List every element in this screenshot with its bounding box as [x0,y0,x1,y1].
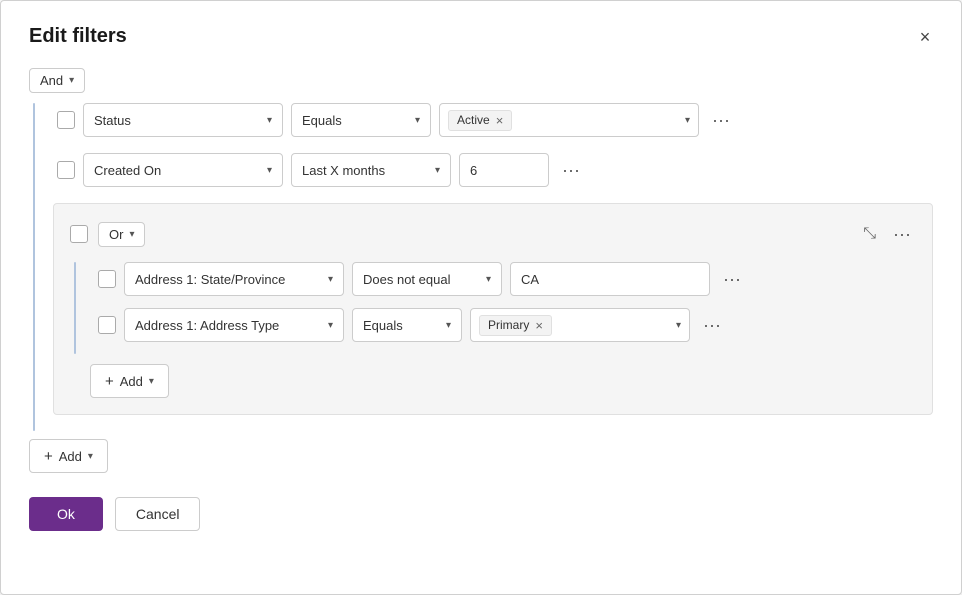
status-field-select[interactable]: Status ▾ [83,103,283,137]
createdon-operator-label: Last X months [302,163,385,178]
or-filter-section: Address 1: State/Province ▾ Does not equ… [70,262,916,354]
address-state-operator-select[interactable]: Does not equal ▾ [352,262,502,296]
bottom-add-chevron-icon: ▾ [88,451,93,462]
bottom-add-row: + Add ▾ [29,439,933,473]
left-connector-bar [33,103,35,431]
address-type-field-select[interactable]: Address 1: Address Type ▾ [124,308,344,342]
createdon-field-chevron: ▾ [267,165,272,176]
bottom-add-plus-icon: + [44,448,53,465]
address-type-more-button[interactable]: ··· [698,311,726,339]
createdon-operator-chevron: ▾ [435,165,440,176]
address-state-field-label: Address 1: State/Province [135,272,285,287]
address-state-more-button[interactable]: ··· [718,265,746,293]
address-type-value-field[interactable]: Primary × ▾ [470,308,690,342]
createdon-operator-select[interactable]: Last X months ▾ [291,153,451,187]
address-type-operator-chevron: ▾ [446,320,451,331]
createdon-value-field: 6 [459,153,549,187]
address-state-filter-row: Address 1: State/Province ▾ Does not equ… [90,262,916,296]
status-tag-close-icon[interactable]: × [496,113,504,128]
or-dropdown[interactable]: Or ▾ [98,222,145,247]
address-type-tag-label: Primary [488,318,529,332]
close-button[interactable]: × [909,21,941,53]
status-row-more-button[interactable]: ··· [707,106,735,134]
main-rows: Status ▾ Equals ▾ Active × ▾ ··· [49,103,933,431]
or-label: Or [109,227,123,242]
bottom-add-button[interactable]: + Add ▾ [29,439,108,473]
and-chevron-icon: ▾ [69,75,74,86]
or-group-actions: ⤡ ··· [859,220,916,248]
address-type-field-label: Address 1: Address Type [135,318,279,333]
main-filter-section: Status ▾ Equals ▾ Active × ▾ ··· [29,103,933,431]
address-state-field-chevron: ▾ [328,274,333,285]
status-active-tag: Active × [448,110,512,131]
status-field-chevron: ▾ [267,115,272,126]
or-add-button[interactable]: + Add ▾ [90,364,169,398]
or-add-label: Add [120,374,143,389]
address-state-value-label: CA [521,272,539,287]
or-add-row: + Add ▾ [90,364,916,398]
address-state-operator-chevron: ▾ [486,274,491,285]
address-type-tag-close-icon[interactable]: × [535,318,543,333]
address-type-checkbox[interactable] [98,316,116,334]
createdon-row-checkbox[interactable] [57,161,75,179]
and-label: And [40,73,63,88]
address-state-checkbox[interactable] [98,270,116,288]
or-chevron-icon: ▾ [129,229,134,240]
or-collapse-button[interactable]: ⤡ [859,221,880,247]
address-state-operator-label: Does not equal [363,272,450,287]
status-field-label: Status [94,113,131,128]
edit-filters-dialog: Edit filters × And ▾ Status ▾ Equals ▾ [0,0,962,595]
status-tag-label: Active [457,113,490,127]
address-type-filter-row: Address 1: Address Type ▾ Equals ▾ Prima… [90,308,916,342]
address-type-operator-select[interactable]: Equals ▾ [352,308,462,342]
collapse-icon: ⤡ [863,225,876,243]
and-dropdown[interactable]: And ▾ [29,68,85,93]
status-operator-label: Equals [302,113,342,128]
address-state-field-select[interactable]: Address 1: State/Province ▾ [124,262,344,296]
createdon-row-more-button[interactable]: ··· [557,156,585,184]
status-row-checkbox[interactable] [57,111,75,129]
or-rows: Address 1: State/Province ▾ Does not equ… [90,262,916,354]
dialog-footer: Ok Cancel [29,497,933,531]
createdon-value-label: 6 [470,163,477,178]
dialog-title: Edit filters [29,25,933,48]
createdon-field-label: Created On [94,163,161,178]
status-value-field[interactable]: Active × ▾ [439,103,699,137]
address-type-value-chevron: ▾ [676,320,681,331]
or-group-more-button[interactable]: ··· [888,220,916,248]
address-type-field-chevron: ▾ [328,320,333,331]
bottom-add-label: Add [59,449,82,464]
createdon-filter-row: Created On ▾ Last X months ▾ 6 ··· [49,153,933,187]
address-state-value-field: CA [510,262,710,296]
status-operator-chevron: ▾ [415,115,420,126]
and-group-header: And ▾ [29,68,933,93]
status-value-chevron: ▾ [685,115,690,126]
or-add-plus-icon: + [105,373,114,390]
address-type-primary-tag: Primary × [479,315,552,336]
status-filter-row: Status ▾ Equals ▾ Active × ▾ ··· [49,103,933,137]
status-operator-select[interactable]: Equals ▾ [291,103,431,137]
cancel-button[interactable]: Cancel [115,497,201,531]
or-group-checkbox[interactable] [70,225,88,243]
or-group: Or ▾ ⤡ ··· [53,203,933,415]
ok-button[interactable]: Ok [29,497,103,531]
or-group-header: Or ▾ ⤡ ··· [70,220,916,248]
or-add-chevron-icon: ▾ [149,376,154,387]
address-type-operator-label: Equals [363,318,403,333]
or-left-connector-bar [74,262,76,354]
createdon-field-select[interactable]: Created On ▾ [83,153,283,187]
